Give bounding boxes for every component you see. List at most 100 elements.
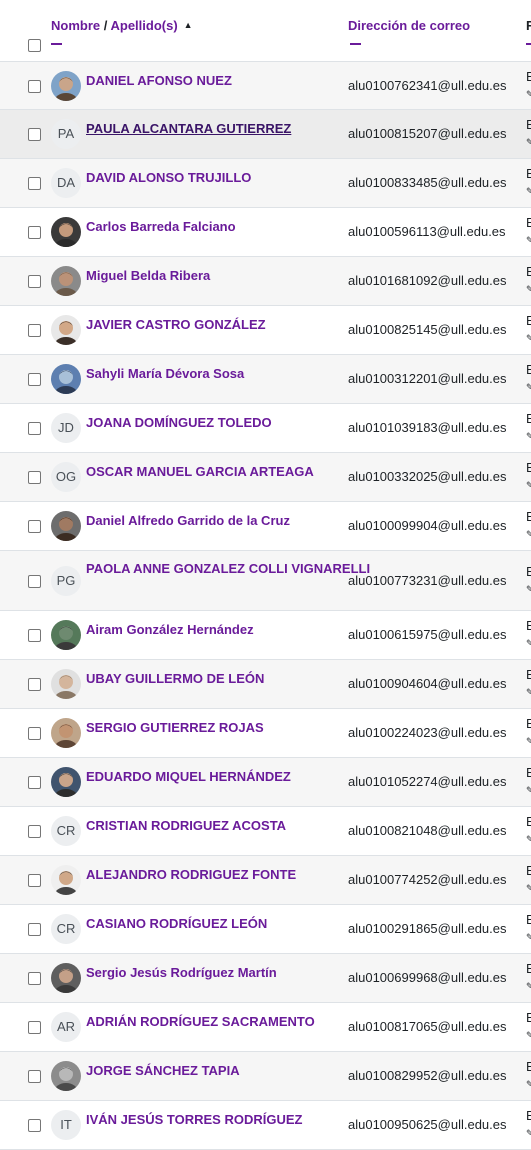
extra-column-header[interactable]: F — [526, 18, 531, 33]
sort-by-last-name-link[interactable]: Apellido(s) — [110, 18, 177, 33]
participant-name-link[interactable]: CASIANO RODRÍGUEZ LEÓN — [86, 915, 267, 933]
avatar-photo[interactable] — [51, 364, 81, 394]
row-select-checkbox[interactable] — [28, 574, 41, 588]
avatar-photo[interactable] — [51, 767, 81, 797]
row-select-checkbox[interactable] — [28, 471, 41, 484]
edit-pencil-icon[interactable]: ✎ — [526, 333, 531, 343]
edit-pencil-icon[interactable]: ✎ — [526, 186, 531, 196]
participant-name-link[interactable]: CRISTIAN RODRIGUEZ ACOSTA — [86, 817, 286, 835]
table-row: Miguel Belda Ribera alu0101681092@ull.edu… — [0, 257, 531, 306]
avatar-photo[interactable] — [51, 620, 81, 650]
avatar-initials[interactable]: OG — [51, 462, 81, 492]
edit-pencil-icon[interactable]: ✎ — [526, 1128, 531, 1138]
avatar-initials[interactable]: PA — [51, 119, 81, 149]
avatar-initials[interactable]: IT — [51, 1110, 81, 1140]
participant-name-link[interactable]: IVÁN JESÚS TORRES RODRÍGUEZ — [86, 1111, 302, 1129]
edit-pencil-icon[interactable]: ✎ — [526, 1030, 531, 1040]
edit-pencil-icon[interactable]: ✎ — [526, 834, 531, 844]
row-select-checkbox[interactable] — [28, 128, 41, 141]
avatar-initials[interactable]: DA — [51, 168, 81, 198]
sort-by-first-name-link[interactable]: Nombre — [51, 18, 100, 33]
participant-name-link[interactable]: Carlos Barreda Falciano — [86, 218, 236, 236]
avatar-photo[interactable] — [51, 1061, 81, 1091]
row-select-checkbox[interactable] — [28, 825, 41, 838]
participant-name-link[interactable]: OSCAR MANUEL GARCIA ARTEAGA — [86, 463, 314, 481]
collapse-name-column-icon[interactable] — [51, 43, 62, 45]
row-select-checkbox[interactable] — [28, 373, 41, 386]
edit-pencil-icon[interactable]: ✎ — [526, 687, 531, 697]
row-select-checkbox[interactable] — [28, 226, 41, 239]
avatar-initials[interactable]: JD — [51, 413, 81, 443]
participant-name-link[interactable]: SERGIO GUTIERREZ ROJAS — [86, 719, 264, 737]
edit-pencil-icon[interactable]: ✎ — [526, 529, 531, 539]
row-select-checkbox[interactable] — [28, 629, 41, 642]
row-select-checkbox[interactable] — [28, 324, 41, 337]
participant-name-link[interactable]: Miguel Belda Ribera — [86, 267, 210, 285]
participant-email: alu0100950625@ull.edu.es — [348, 1117, 507, 1132]
role-cell: E ✎ — [526, 362, 531, 395]
avatar-photo[interactable] — [51, 315, 81, 345]
participant-name-link[interactable]: UBAY GUILLERMO DE LEÓN — [86, 670, 264, 688]
row-select-checkbox[interactable] — [28, 776, 41, 789]
participant-email: alu0100224023@ull.edu.es — [348, 725, 507, 740]
edit-pencil-icon[interactable]: ✎ — [526, 736, 531, 746]
row-select-checkbox[interactable] — [28, 972, 41, 985]
edit-pencil-icon[interactable]: ✎ — [526, 284, 531, 294]
avatar-initials[interactable]: CR — [51, 914, 81, 944]
row-select-checkbox[interactable] — [28, 275, 41, 288]
edit-pencil-icon[interactable]: ✎ — [526, 638, 531, 648]
row-select-checkbox[interactable] — [28, 678, 41, 691]
participant-name-link[interactable]: EDUARDO MIQUEL HERNÁNDEZ — [86, 768, 291, 786]
participant-name-link[interactable]: Daniel Alfredo Garrido de la Cruz — [86, 512, 290, 530]
row-select-checkbox[interactable] — [28, 422, 41, 435]
avatar-photo[interactable] — [51, 718, 81, 748]
select-all-checkbox[interactable] — [28, 39, 41, 52]
edit-pencil-icon[interactable]: ✎ — [526, 785, 531, 795]
collapse-email-column-icon[interactable] — [350, 43, 361, 45]
avatar-initials[interactable]: CR — [51, 816, 81, 846]
row-select-checkbox[interactable] — [28, 874, 41, 887]
avatar-photo[interactable] — [51, 217, 81, 247]
avatar-photo[interactable] — [51, 865, 81, 895]
avatar-photo[interactable] — [51, 963, 81, 993]
sort-by-email-link[interactable]: Dirección de correo — [348, 18, 470, 33]
row-select-checkbox[interactable] — [28, 1119, 41, 1132]
row-select-checkbox[interactable] — [28, 727, 41, 740]
participant-name-link[interactable]: Sahyli María Dévora Sosa — [86, 365, 244, 383]
row-select-checkbox[interactable] — [28, 1070, 41, 1083]
participant-name-link[interactable]: Airam González Hernández — [86, 621, 254, 639]
edit-pencil-icon[interactable]: ✎ — [526, 382, 531, 392]
row-select-checkbox[interactable] — [28, 1021, 41, 1034]
edit-pencil-icon[interactable]: ✎ — [526, 584, 531, 594]
edit-pencil-icon[interactable]: ✎ — [526, 981, 531, 991]
avatar-photo[interactable] — [51, 70, 81, 101]
edit-pencil-icon[interactable]: ✎ — [526, 235, 531, 245]
avatar-photo[interactable] — [51, 511, 81, 541]
edit-pencil-icon[interactable]: ✎ — [526, 137, 531, 147]
edit-pencil-icon[interactable]: ✎ — [526, 431, 531, 441]
role-cell: E ✎ — [526, 411, 531, 444]
row-select-checkbox[interactable] — [28, 79, 41, 93]
participant-name-link[interactable]: Sergio Jesús Rodríguez Martín — [86, 964, 277, 982]
edit-pencil-icon[interactable]: ✎ — [526, 89, 531, 99]
collapse-extra-column-icon[interactable] — [526, 43, 531, 45]
avatar-photo[interactable] — [51, 669, 81, 699]
avatar-photo[interactable] — [51, 266, 81, 296]
row-select-checkbox[interactable] — [28, 520, 41, 533]
row-select-checkbox[interactable] — [28, 177, 41, 190]
table-row: DA DAVID ALONSO TRUJILLO alu0100833485@ull… — [0, 159, 531, 208]
edit-pencil-icon[interactable]: ✎ — [526, 883, 531, 893]
avatar-initials[interactable]: AR — [51, 1012, 81, 1042]
participant-name-link[interactable]: ALEJANDRO RODRIGUEZ FONTE — [86, 866, 296, 884]
participant-name-link[interactable]: PAULA ALCANTARA GUTIERREZ — [86, 120, 291, 138]
edit-pencil-icon[interactable]: ✎ — [526, 480, 531, 490]
participant-name-link[interactable]: DAVID ALONSO TRUJILLO — [86, 169, 251, 187]
edit-pencil-icon[interactable]: ✎ — [526, 932, 531, 942]
participant-name-link[interactable]: JAVIER CASTRO GONZÁLEZ — [86, 316, 266, 334]
participant-name-link[interactable]: JORGE SÁNCHEZ TAPIA — [86, 1062, 240, 1080]
participant-name-link[interactable]: DANIEL AFONSO NUEZ — [86, 72, 232, 90]
participant-name-link[interactable]: ADRIÁN RODRÍGUEZ SACRAMENTO — [86, 1013, 315, 1031]
edit-pencil-icon[interactable]: ✎ — [526, 1079, 531, 1089]
row-select-checkbox[interactable] — [28, 923, 41, 936]
participant-name-link[interactable]: JOANA DOMÍNGUEZ TOLEDO — [86, 414, 272, 432]
